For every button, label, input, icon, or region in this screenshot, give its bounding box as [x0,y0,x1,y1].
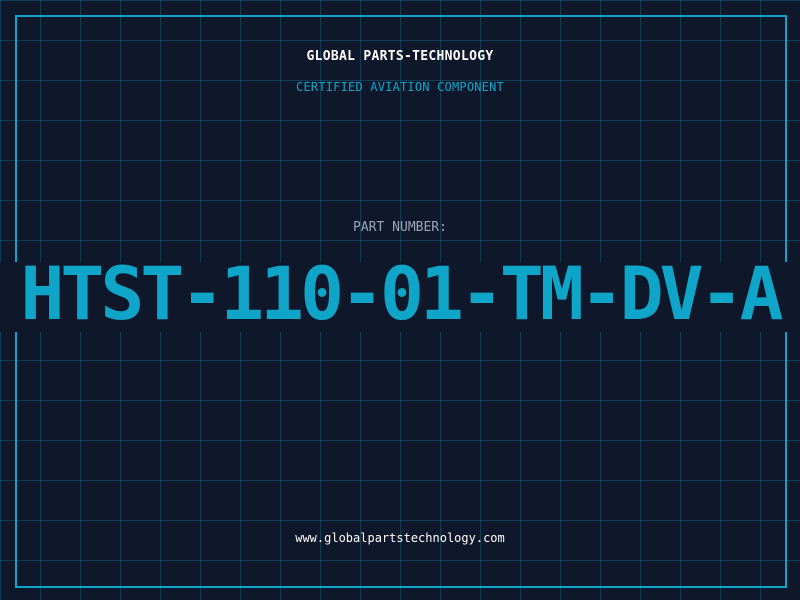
part-number-value: HTST-110-01-TM-DV-A [20,262,783,332]
part-number-label: PART NUMBER: [353,220,447,235]
part-label-card: GLOBAL PARTS-TECHNOLOGY CERTIFIED AVIATI… [0,0,800,600]
website-url: www.globalpartstechnology.com [295,531,505,545]
company-name: GLOBAL PARTS-TECHNOLOGY [306,49,494,64]
certification-subtitle: CERTIFIED AVIATION COMPONENT [296,80,504,94]
part-number-band: HTST-110-01-TM-DV-A [0,262,800,332]
